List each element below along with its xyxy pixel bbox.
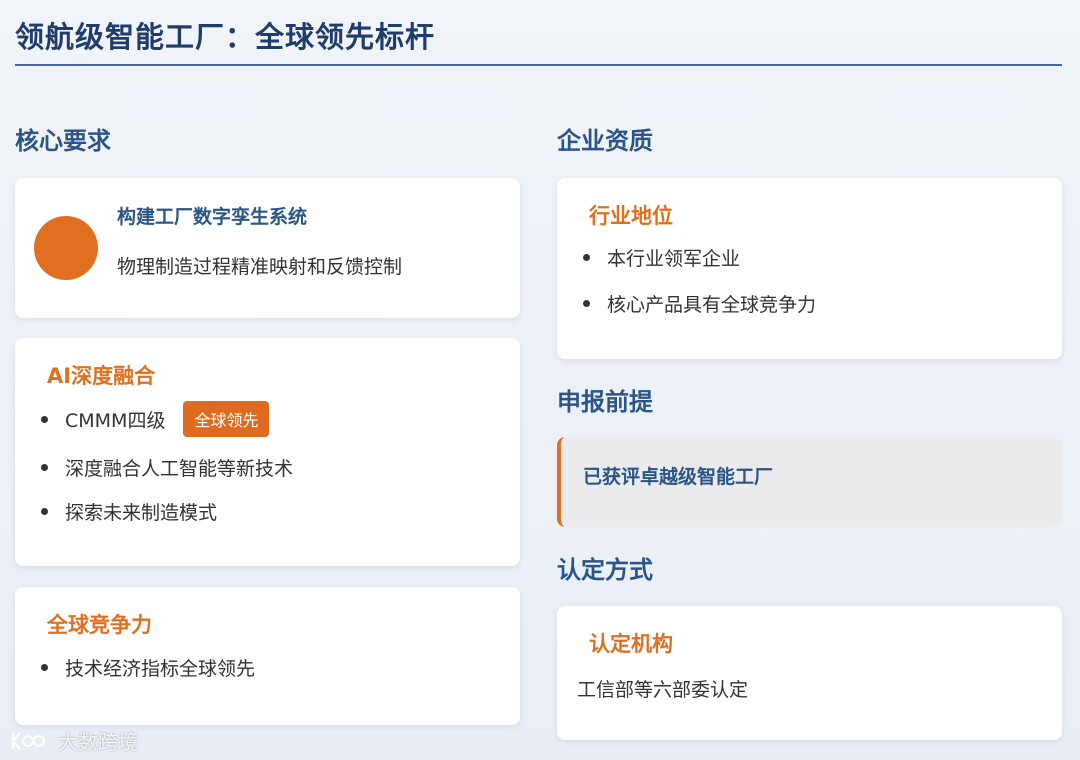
page-title: 领航级智能工厂：全球领先标杆 [15, 20, 436, 54]
bullet-list: CMMM四级 全球领先 深度融合人工智能等新技术 探索未来制造模式 [39, 401, 499, 533]
card-title: 行业地位 [589, 204, 673, 228]
card-text: 物理制造过程精准映射和反馈控制 [117, 256, 403, 278]
list-item-text: 深度融合人工智能等新技术 [65, 457, 294, 480]
list-item: 技术经济指标全球领先 [39, 649, 499, 685]
list-item-text: 探索未来制造模式 [65, 501, 218, 524]
list-item: 深度融合人工智能等新技术 [39, 445, 499, 489]
card-text: 工信部等六部委认定 [577, 679, 749, 701]
watermark: 大数跨境 [10, 726, 138, 755]
list-item: 本行业领军企业 [581, 239, 1041, 275]
card-ai-integration: AI深度融合 CMMM四级 全球领先 深度融合人工智能等新技术 探索未来制造模式 [15, 338, 520, 566]
bullet-dot-icon [41, 416, 48, 423]
section-heading-qualifications: 企业资质 [557, 127, 653, 155]
section-heading-prerequisite: 申报前提 [557, 388, 653, 416]
watermark-text: 大数跨境 [58, 730, 138, 754]
bullet-dot-icon [583, 254, 590, 261]
bullet-list: 技术经济指标全球领先 [39, 649, 499, 685]
card-title: 认定机构 [589, 632, 673, 656]
bullet-dot-icon [583, 300, 590, 307]
card-title: 全球竞争力 [47, 613, 152, 637]
list-item-text: 本行业领军企业 [607, 247, 741, 270]
list-item: 探索未来制造模式 [39, 489, 499, 533]
card-digital-twin: 构建工厂数字孪生系统 物理制造过程精准映射和反馈控制 [15, 178, 520, 318]
list-item: CMMM四级 全球领先 [39, 401, 499, 437]
title-divider [15, 64, 1062, 66]
card-certification-authority: 认定机构 工信部等六部委认定 [557, 606, 1062, 740]
orange-circle-icon [34, 216, 98, 280]
callout-prerequisite: 已获评卓越级智能工厂 [557, 437, 1062, 527]
list-item-text: 核心产品具有全球竞争力 [607, 293, 817, 316]
global-leading-badge: 全球领先 [183, 401, 270, 437]
card-industry-position: 行业地位 本行业领军企业 核心产品具有全球竞争力 [557, 178, 1062, 359]
bullet-dot-icon [41, 508, 48, 515]
bullet-dot-icon [41, 464, 48, 471]
section-heading-certification: 认定方式 [557, 556, 653, 584]
callout-text: 已获评卓越级智能工厂 [583, 466, 774, 488]
list-item-text: 技术经济指标全球领先 [65, 657, 256, 680]
card-title: 构建工厂数字孪生系统 [117, 206, 308, 228]
watermark-logo-icon [11, 731, 45, 750]
section-heading-core-requirements: 核心要求 [15, 127, 111, 155]
bullet-list: 本行业领军企业 核心产品具有全球竞争力 [581, 239, 1041, 325]
list-item-text: CMMM四级 [65, 409, 166, 432]
card-title: AI深度融合 [47, 364, 156, 388]
card-global-competitiveness: 全球竞争力 技术经济指标全球领先 [15, 587, 520, 725]
bullet-dot-icon [41, 664, 48, 671]
list-item: 核心产品具有全球竞争力 [581, 281, 1041, 325]
